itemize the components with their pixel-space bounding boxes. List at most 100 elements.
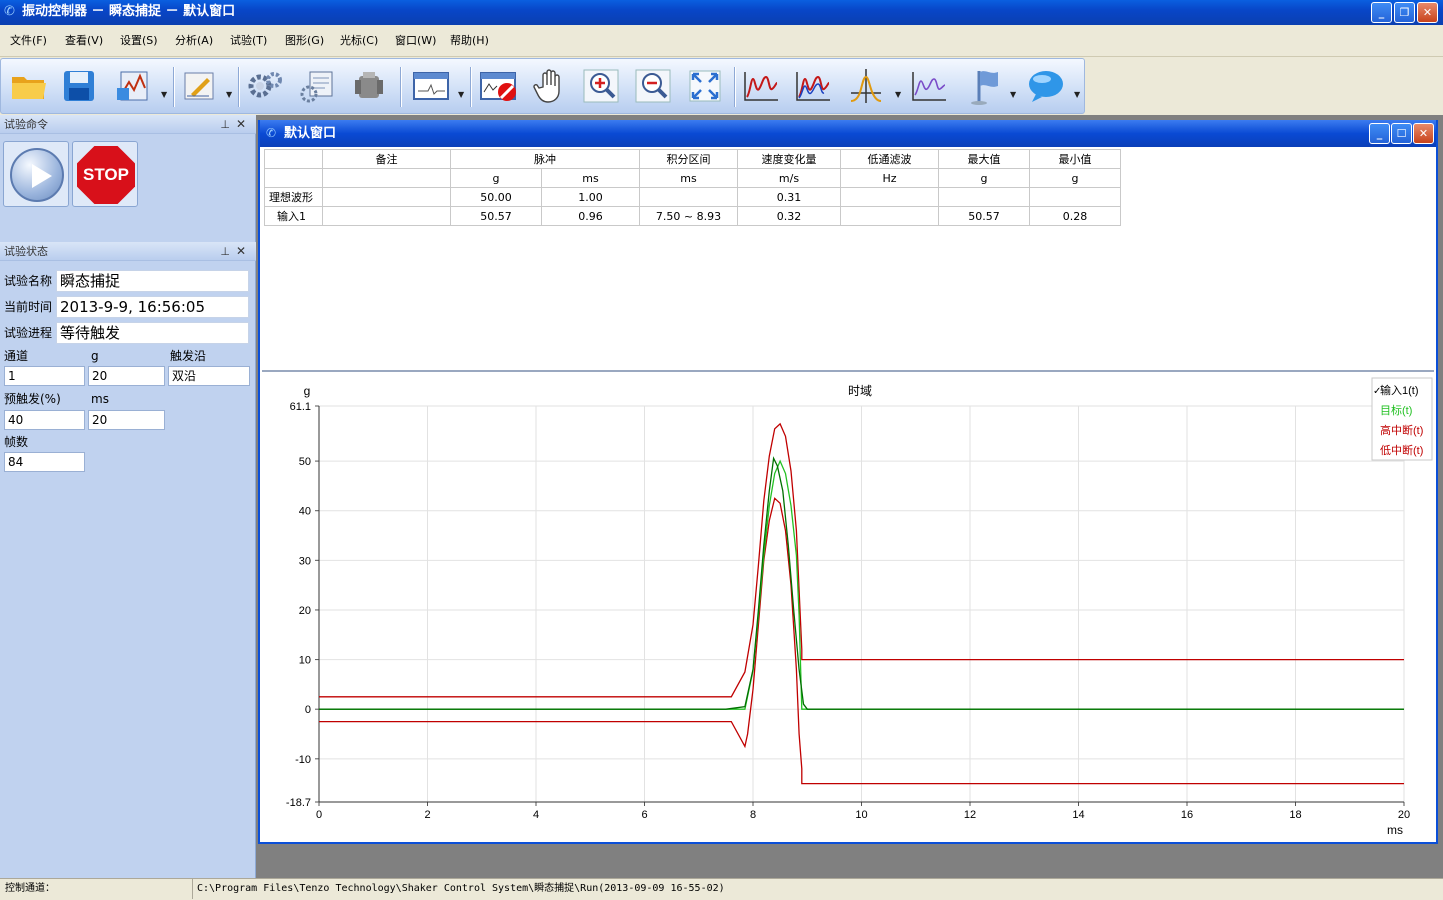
menu-graph[interactable]: 图形(G)	[285, 34, 324, 47]
table-cell: 0.28	[1029, 206, 1121, 226]
x-tick-label: 16	[1181, 809, 1193, 821]
y-axis-label: g	[304, 384, 311, 398]
toolbar-separator	[734, 67, 735, 107]
y-tick-label: -10	[295, 754, 311, 766]
table-cell	[1029, 187, 1121, 207]
menu-analysis[interactable]: 分析(A)	[175, 34, 213, 47]
close-button[interactable]: ✕	[1417, 2, 1438, 23]
overlay-curve-icon[interactable]	[909, 66, 949, 106]
x-tick-label: 12	[964, 809, 976, 821]
current-time-label: 当前时间	[4, 300, 53, 314]
y-tick-label: 20	[299, 605, 311, 617]
table-cell	[322, 206, 451, 226]
minimize-button[interactable]: _	[1371, 2, 1392, 23]
pan-hand-icon[interactable]	[531, 66, 571, 106]
menu-view[interactable]: 查看(V)	[65, 34, 103, 47]
table-unit-cell: ms	[541, 168, 640, 188]
pretrigger-label: 预触发(%)	[4, 392, 61, 406]
current-time-value: 2013-9-9, 16:56:05	[56, 296, 249, 318]
edit-icon[interactable]	[179, 66, 219, 106]
x-tick-label: 2	[424, 809, 430, 821]
menu-file[interactable]: 文件(F)	[10, 34, 47, 47]
flag-dropdown-arrow[interactable]: ▼	[1010, 90, 1016, 99]
menu-test[interactable]: 试验(T)	[230, 34, 267, 47]
control-channel-status: 控制通道：	[5, 879, 193, 899]
pretrigger-field[interactable]: 40	[4, 410, 85, 430]
run-dropdown-arrow[interactable]: ▼	[161, 90, 167, 99]
comment-bubble-icon[interactable]	[1026, 66, 1066, 106]
cursor-peak-icon[interactable]	[846, 66, 886, 106]
table-header-cell: 最小值	[1029, 149, 1121, 169]
ms-field[interactable]: 20	[88, 410, 165, 430]
menu-settings[interactable]: 设置(S)	[120, 34, 158, 47]
window-dropdown-arrow[interactable]: ▼	[458, 90, 464, 99]
child-minimize-button[interactable]: _	[1369, 123, 1390, 144]
waveform-window-icon[interactable]	[411, 66, 451, 106]
stop-test-button[interactable]: STOP	[72, 141, 138, 207]
table-header-cell: 备注	[322, 149, 451, 169]
legend-entry: 高中断(t)	[1380, 423, 1423, 437]
y-tick-label: 0	[305, 704, 311, 716]
time-domain-chart[interactable]: 0 2 4 6 8 10 12 14 16 18 20 61.1 50 40 30 20 10 0 -10 -18.7…	[262, 375, 1434, 840]
table-cell: 理想波形	[264, 187, 323, 207]
x-tick-label: 20	[1398, 809, 1410, 821]
pin-icon[interactable]: ⊥	[220, 115, 230, 134]
frames-field[interactable]: 84	[4, 452, 85, 472]
spectrum-icon[interactable]	[741, 66, 781, 106]
results-table-area: 备注 脉冲 积分区间 速度变化量 低通滤波 最大值 最小值 g ms ms m/…	[262, 147, 1434, 372]
legend-entry: 输入1(t)	[1380, 383, 1419, 397]
toolbar-separator	[238, 67, 239, 107]
comment-dropdown-arrow[interactable]: ▼	[1074, 90, 1080, 99]
close-icon[interactable]: ✕	[236, 242, 246, 261]
open-folder-icon[interactable]	[9, 66, 49, 106]
restore-button[interactable]: ❐	[1394, 2, 1415, 23]
table-cell: 0.96	[541, 206, 640, 226]
table-unit-cell	[264, 168, 323, 188]
edit-dropdown-arrow[interactable]: ▼	[226, 90, 232, 99]
run-path-status: C:\Program Files\Tenzo Technology\Shaker…	[197, 883, 725, 894]
table-cell	[322, 187, 451, 207]
table-unit-cell: Hz	[840, 168, 939, 188]
zoom-out-icon[interactable]	[633, 66, 673, 106]
save-icon[interactable]	[59, 66, 99, 106]
trigger-edge-field[interactable]: 双沿	[168, 366, 250, 386]
child-close-button[interactable]: ✕	[1413, 123, 1434, 144]
menu-window[interactable]: 窗口(W)	[395, 34, 436, 47]
test-status-panel-header: 试验状态 ⊥ ✕	[0, 242, 256, 261]
table-cell: 50.57	[450, 206, 542, 226]
pin-icon[interactable]: ⊥	[220, 242, 230, 261]
table-cell: 输入1	[264, 206, 323, 226]
table-unit-cell: m/s	[737, 168, 841, 188]
legend-entry: 目标(t)	[1380, 403, 1412, 417]
cursor-dropdown-arrow[interactable]: ▼	[895, 90, 901, 99]
menu-cursor[interactable]: 光标(C)	[340, 34, 378, 47]
fit-view-icon[interactable]	[685, 66, 725, 106]
child-window-title-bar: ✆ 默认窗口 _ ☐ ✕	[260, 120, 1436, 147]
channel-field[interactable]: 1	[4, 366, 85, 386]
zoom-in-icon[interactable]	[581, 66, 621, 106]
delete-chart-icon[interactable]	[479, 66, 519, 106]
time-domain-chart-area[interactable]: 0 2 4 6 8 10 12 14 16 18 20 61.1 50 40 30 20 10 0 -10 -18.7…	[262, 375, 1434, 840]
default-child-window: ✆ 默认窗口 _ ☐ ✕ 备注 脉冲 积分区间 速度变化量 低通滤波 最大值 最…	[258, 120, 1438, 844]
menu-help[interactable]: 帮助(H)	[450, 34, 489, 47]
equipment-icon[interactable]	[349, 66, 389, 106]
table-cell: 7.50 ~ 8.93	[639, 206, 738, 226]
marker-flag-icon[interactable]	[965, 66, 1005, 106]
x-tick-label: 18	[1289, 809, 1301, 821]
run-chart-icon[interactable]	[113, 66, 153, 106]
close-icon[interactable]: ✕	[236, 115, 246, 134]
table-header-cell	[264, 149, 323, 169]
table-header-row: 备注 脉冲 积分区间 速度变化量 低通滤波 最大值 最小值	[264, 149, 1121, 169]
test-name-value: 瞬态捕捉	[56, 270, 249, 292]
table-cell: 1.00	[541, 187, 640, 207]
table-unit-cell: g	[1029, 168, 1121, 188]
y-tick-label: 61.1	[290, 401, 311, 413]
child-maximize-button[interactable]: ☐	[1391, 123, 1412, 144]
g-field[interactable]: 20	[88, 366, 165, 386]
start-test-button[interactable]	[3, 141, 69, 207]
table-cell: 50.00	[450, 187, 542, 207]
spectrum-multi-icon[interactable]	[793, 66, 833, 106]
parameters-icon[interactable]	[297, 66, 337, 106]
settings-gears-icon[interactable]	[245, 66, 285, 106]
table-header-cell: 积分区间	[639, 149, 738, 169]
